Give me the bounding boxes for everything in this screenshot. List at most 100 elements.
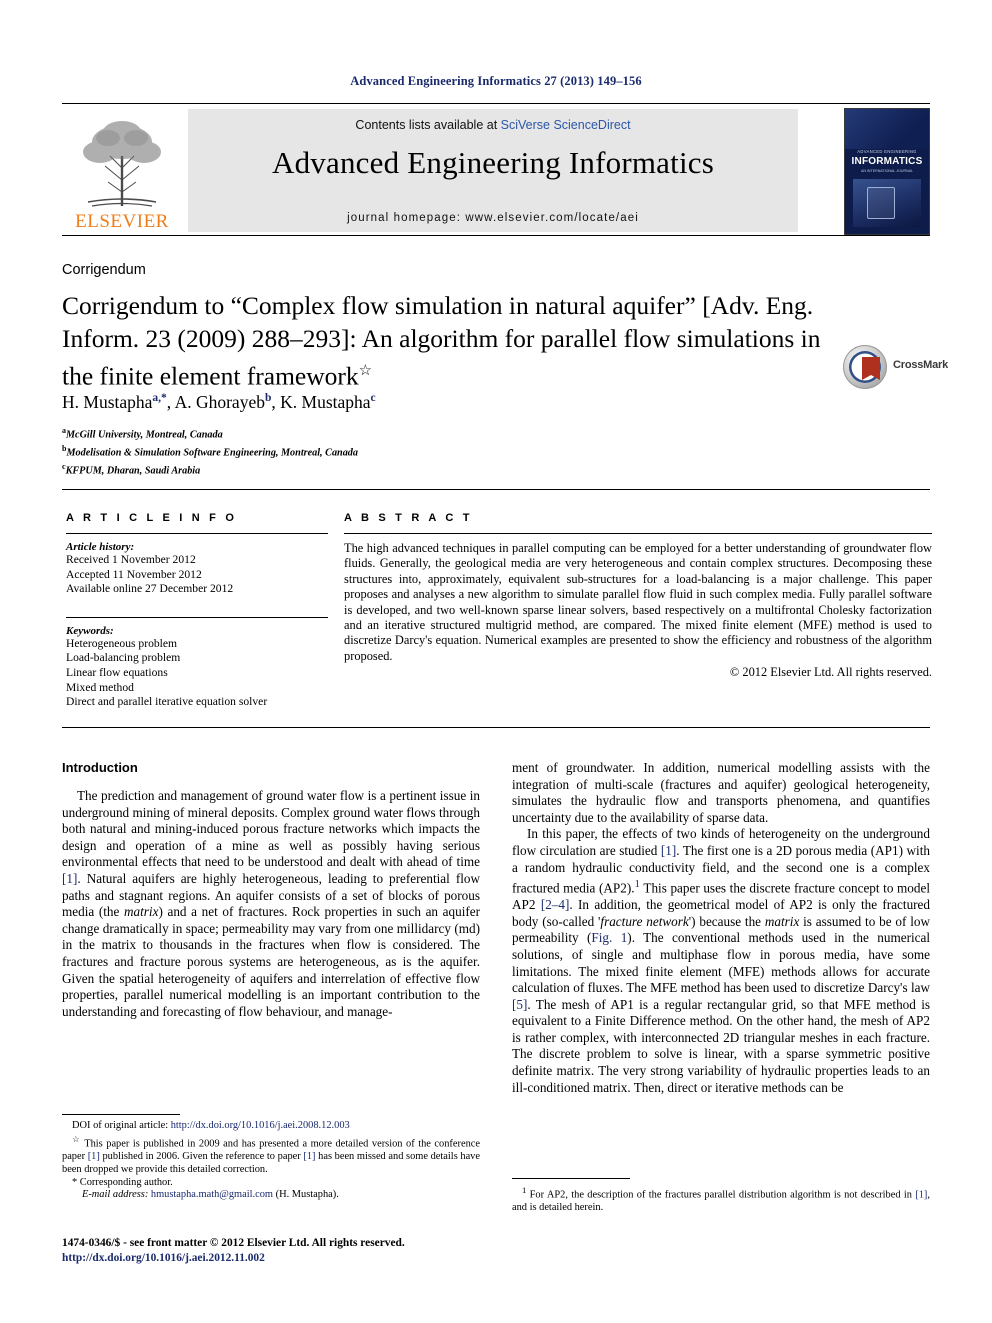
author-marks[interactable]: a,* bbox=[152, 392, 166, 404]
body-paragraph: ment of groundwater. In addition, numeri… bbox=[512, 760, 930, 825]
abstract-heading: A B S T R A C T bbox=[344, 512, 473, 524]
info-band-bottom-rule bbox=[62, 727, 930, 728]
citation-link[interactable]: [2–4] bbox=[541, 897, 570, 912]
affiliation-item: bModelisation & Simulation Software Engi… bbox=[62, 442, 358, 460]
crossmark-book-shape bbox=[862, 357, 880, 380]
cover-series-label: ADVANCED ENGINEERING bbox=[857, 149, 917, 154]
footnote-doi-label: DOI of original article: bbox=[72, 1120, 171, 1131]
article-history-item: Received 1 November 2012 bbox=[66, 553, 196, 566]
footnote-star: ☆ This paper is published in 2009 and ha… bbox=[62, 1133, 481, 1175]
corresponding-author-text: Corresponding author. bbox=[79, 1176, 173, 1188]
journal-title: Advanced Engineering Informatics bbox=[272, 145, 714, 180]
footnote-block-left: DOI of original article: http://dx.doi.o… bbox=[62, 1114, 480, 1202]
page-footer: 1474-0346/$ - see front matter © 2012 El… bbox=[62, 1236, 562, 1265]
article-info-block: A R T I C L E I N F O Article history: R… bbox=[66, 512, 328, 710]
keyword-item: Direct and parallel iterative equation s… bbox=[66, 695, 268, 709]
keywords-label: Keywords: bbox=[66, 624, 114, 637]
keyword-item: Load-balancing problem bbox=[66, 651, 181, 665]
info-band-top-rule bbox=[62, 489, 930, 490]
affiliation-text: McGill University, Montreal, Canada bbox=[66, 429, 223, 441]
footnote-star-marker: ☆ bbox=[72, 1133, 81, 1144]
title-footnote-marker[interactable]: ☆ bbox=[359, 363, 372, 379]
article-category: Corrigendum bbox=[62, 262, 146, 278]
article-doi-link[interactable]: http://dx.doi.org/10.1016/j.aei.2012.11.… bbox=[62, 1251, 562, 1266]
elsevier-logo: ELSEVIER bbox=[62, 108, 182, 234]
article-info-heading: A R T I C L E I N F O bbox=[66, 512, 238, 524]
journal-cover-thumbnail: ADVANCED ENGINEERING INFORMATICS AN INTE… bbox=[844, 108, 930, 235]
keyword-item: Heterogeneous problem bbox=[66, 636, 178, 650]
crossmark-inner-ring bbox=[849, 351, 881, 383]
crossmark-label: CrossMark bbox=[893, 359, 949, 371]
section-heading-introduction: Introduction bbox=[62, 760, 138, 775]
figure-link[interactable]: Fig. 1 bbox=[591, 930, 627, 945]
emphasis-matrix: matrix bbox=[124, 904, 159, 920]
citation-link[interactable]: [1] bbox=[303, 1151, 315, 1162]
article-history-item: Accepted 11 November 2012 bbox=[66, 567, 202, 581]
footnote-corresponding: * Corresponding author. bbox=[72, 1176, 173, 1188]
footnote-doi-link[interactable]: http://dx.doi.org/10.1016/j.aei.2008.12.… bbox=[171, 1120, 350, 1131]
footnote-email: E-mail address: hmustapha.math@gmail.com… bbox=[62, 1189, 480, 1202]
issn-copyright-line: 1474-0346/$ - see front matter © 2012 El… bbox=[62, 1237, 405, 1249]
contents-prefix: Contents lists available at bbox=[355, 118, 501, 132]
running-head: Advanced Engineering Informatics 27 (201… bbox=[350, 74, 642, 88]
affiliation-text: Modelisation & Simulation Software Engin… bbox=[66, 447, 358, 459]
article-info-divider bbox=[66, 533, 328, 534]
citation-link[interactable]: [1] bbox=[915, 1189, 927, 1200]
body-paragraph: The prediction and management of ground … bbox=[62, 788, 480, 1019]
page-title: Corrigendum to “Complex flow simulation … bbox=[62, 290, 832, 393]
footnote-rule bbox=[62, 1114, 180, 1115]
elsevier-wordmark: ELSEVIER bbox=[75, 211, 169, 232]
cover-subtitle: AN INTERNATIONAL JOURNAL bbox=[860, 169, 914, 173]
title-text: Corrigendum to “Complex flow simulation … bbox=[62, 291, 821, 391]
crossmark-badge[interactable]: CrossMark bbox=[843, 345, 948, 391]
keyword-item: Mixed method bbox=[66, 680, 134, 694]
author-name: H. Mustapha bbox=[62, 392, 153, 412]
body-column-right: ment of groundwater. In addition, numeri… bbox=[512, 760, 930, 1096]
footnote-marker[interactable]: 1 bbox=[635, 878, 641, 890]
body-column-left: Introduction The prediction and manageme… bbox=[62, 760, 480, 1020]
citation-link[interactable]: [1] bbox=[62, 871, 77, 886]
citation-link[interactable]: [5] bbox=[512, 997, 527, 1012]
email-owner: (H. Mustapha). bbox=[275, 1189, 339, 1201]
elsevier-tree-icon bbox=[83, 121, 161, 207]
affiliation-item: cKFPUM, Dharan, Saudi Arabia bbox=[62, 460, 358, 478]
article-history-label: Article history: bbox=[66, 541, 135, 553]
emphasis-fracture-network: fracture network bbox=[600, 913, 689, 929]
affiliation-item: aMcGill University, Montreal, Canada bbox=[62, 424, 358, 442]
crossmark-icon bbox=[843, 345, 887, 389]
citation-link[interactable]: [1] bbox=[88, 1151, 100, 1162]
emphasis-matrix: matrix bbox=[764, 913, 800, 929]
article-history-item: Available online 27 December 2012 bbox=[66, 582, 234, 596]
paper-page: Advanced Engineering Informatics 27 (201… bbox=[0, 0, 992, 1323]
author-list: H. Mustaphaa,*, A. Ghorayebb, K. Mustaph… bbox=[62, 392, 376, 412]
email-label: E-mail address: bbox=[82, 1189, 149, 1201]
author-marks[interactable]: b bbox=[265, 392, 271, 404]
affiliation-text: KFPUM, Dharan, Saudi Arabia bbox=[65, 465, 201, 477]
keyword-item: Linear flow equations bbox=[66, 665, 168, 679]
cover-top-art bbox=[845, 109, 929, 149]
citation-link[interactable]: [1] bbox=[661, 843, 676, 858]
footnote-doi: DOI of original article: http://dx.doi.o… bbox=[62, 1120, 480, 1133]
footnote-rule bbox=[512, 1178, 630, 1179]
contents-available-line: Contents lists available at SciVerse Sci… bbox=[188, 118, 798, 132]
affiliation-list: aMcGill University, Montreal, Canada bMo… bbox=[62, 424, 358, 478]
journal-homepage[interactable]: journal homepage: www.elsevier.com/locat… bbox=[188, 212, 798, 224]
footnote-number-marker: 1 bbox=[522, 1185, 527, 1195]
body-paragraph: In this paper, the effects of two kinds … bbox=[512, 826, 931, 1095]
email-link[interactable]: hmustapha.math@gmail.com bbox=[151, 1189, 273, 1200]
abstract-divider bbox=[344, 533, 932, 534]
keywords-block: Keywords: Heterogeneous problem Load-bal… bbox=[66, 616, 328, 710]
abstract-copyright: © 2012 Elsevier Ltd. All rights reserved… bbox=[729, 665, 932, 680]
author-marks[interactable]: c bbox=[371, 392, 376, 404]
cover-illustration bbox=[853, 179, 921, 227]
journal-masthead: ELSEVIER Contents lists available at Sci… bbox=[62, 103, 930, 236]
cover-journal-name: INFORMATICS bbox=[851, 156, 923, 167]
footnote-numbered: 1 For AP2, the description of the fractu… bbox=[512, 1185, 930, 1214]
abstract-block: A B S T R A C T The high advanced techni… bbox=[344, 512, 932, 680]
abstract-text: The high advanced techniques in parallel… bbox=[344, 541, 932, 663]
footnote-block-right: 1 For AP2, the description of the fractu… bbox=[512, 1178, 930, 1215]
journal-band: Contents lists available at SciVerse Sci… bbox=[188, 109, 798, 232]
author-name: A. Ghorayeb bbox=[174, 392, 265, 412]
keywords-divider bbox=[66, 616, 328, 618]
sciencedirect-link[interactable]: SciVerse ScienceDirect bbox=[501, 118, 631, 132]
